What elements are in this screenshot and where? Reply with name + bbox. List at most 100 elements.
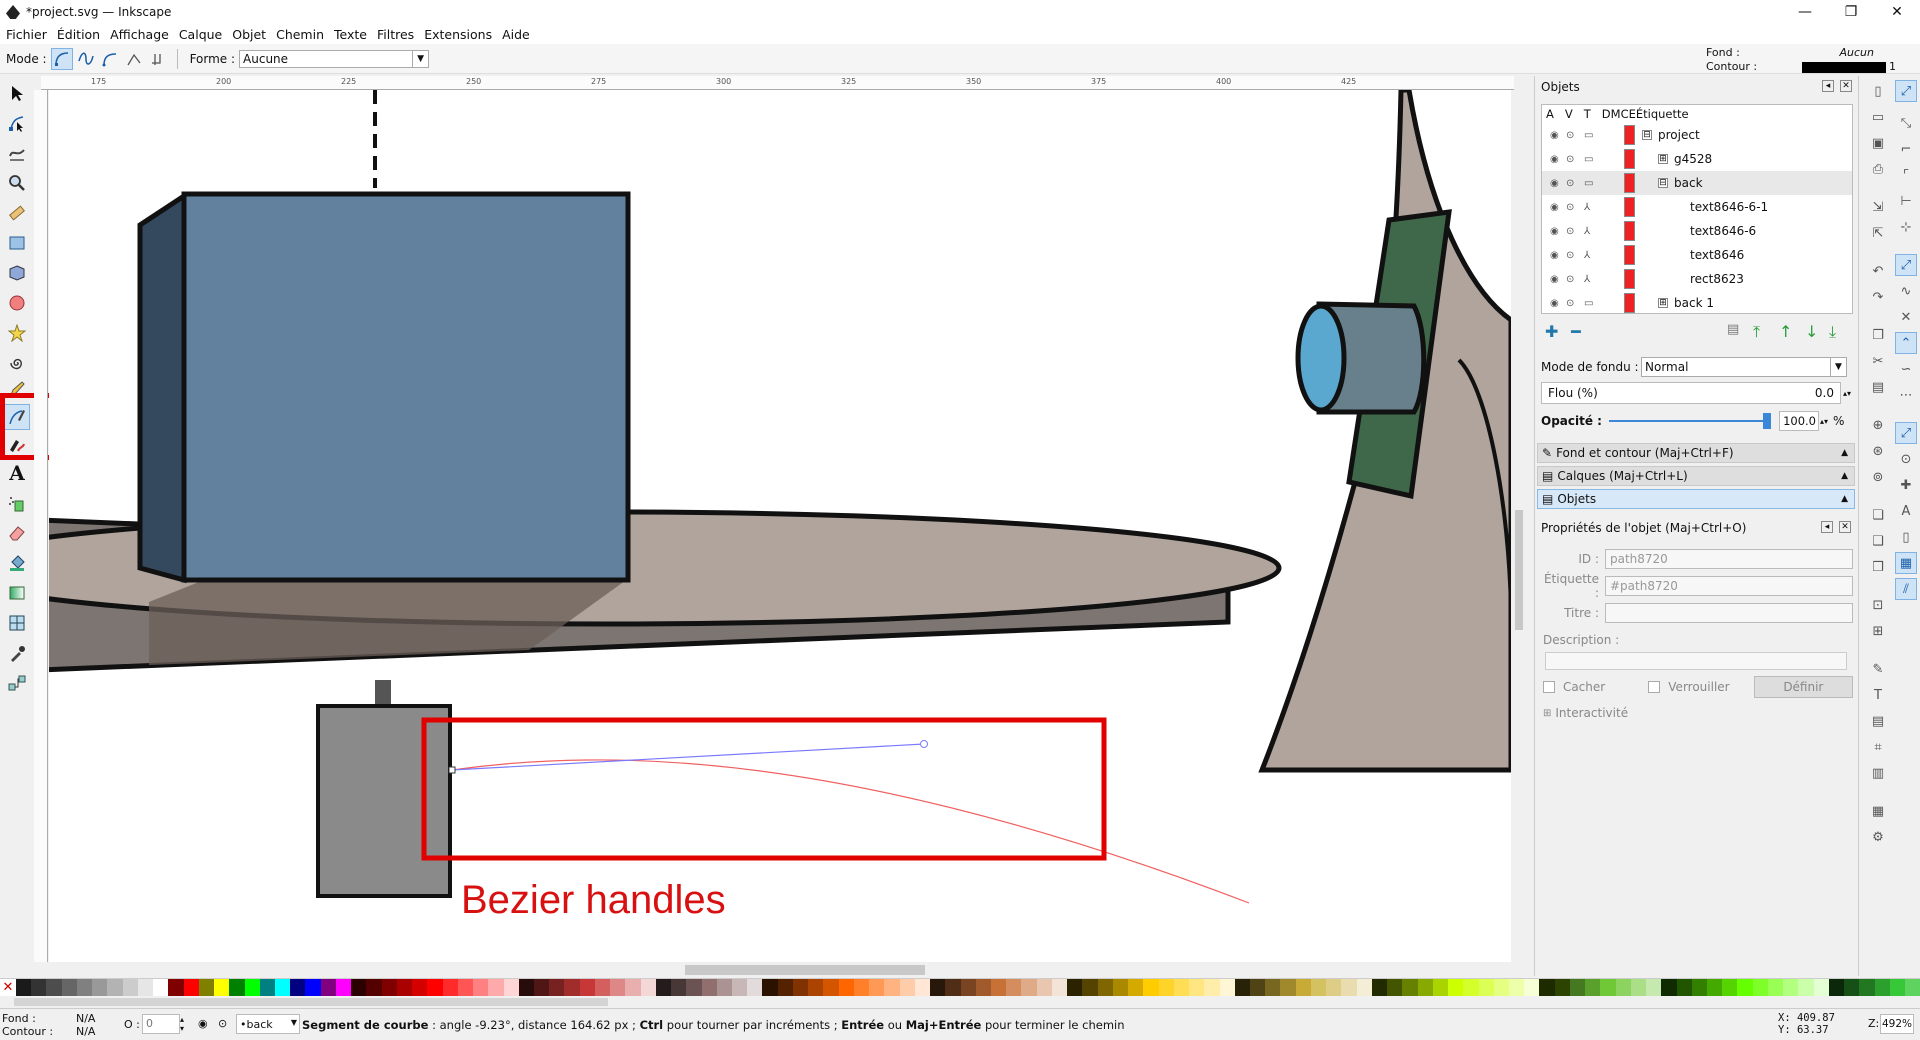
palette-swatch[interactable] bbox=[1082, 979, 1098, 996]
hide-checkbox[interactable] bbox=[1543, 681, 1555, 693]
palette-swatch[interactable] bbox=[1189, 979, 1205, 996]
palette-swatch[interactable] bbox=[1585, 979, 1601, 996]
menu-objet[interactable]: Objet bbox=[232, 27, 266, 42]
forme-dropdown[interactable]: Aucune ▼ bbox=[239, 49, 430, 68]
snap-bbox-icon[interactable]: ⤡ bbox=[1895, 112, 1917, 134]
snap-nodes-icon[interactable]: ⤢ bbox=[1895, 254, 1917, 276]
drawing-canvas[interactable]: Bezier handles bbox=[49, 90, 1511, 962]
palette-swatch[interactable] bbox=[884, 979, 900, 996]
star-tool-icon[interactable] bbox=[4, 320, 30, 346]
palette-swatch[interactable] bbox=[320, 979, 336, 996]
palette-swatch[interactable] bbox=[1067, 979, 1083, 996]
layers-section[interactable]: ▤ Calques (Maj+Ctrl+L) ▲ bbox=[1537, 466, 1855, 486]
palette-swatch[interactable] bbox=[1554, 979, 1570, 996]
palette-swatch[interactable] bbox=[1341, 979, 1357, 996]
snap-bbox-center-icon[interactable]: ⊹ bbox=[1895, 216, 1917, 238]
palette-swatch[interactable] bbox=[366, 979, 382, 996]
palette-swatch[interactable] bbox=[853, 979, 870, 996]
lock-icon[interactable]: ⊙ bbox=[1566, 274, 1574, 285]
text-font-icon[interactable]: T bbox=[1867, 684, 1889, 706]
opacity-slider[interactable] bbox=[1609, 413, 1771, 429]
status-opacity-input[interactable]: 0 bbox=[142, 1014, 180, 1034]
define-button[interactable]: Définir bbox=[1753, 676, 1854, 698]
palette-swatch[interactable] bbox=[640, 979, 656, 996]
palette-swatch[interactable] bbox=[1204, 979, 1220, 996]
lock-icon[interactable]: ⊙ bbox=[1566, 298, 1574, 309]
lock-icon[interactable]: ⊙ bbox=[1566, 130, 1574, 141]
palette-swatch[interactable] bbox=[92, 979, 108, 996]
tree-row[interactable]: ◉ ⊙ ⅄ rect8623 bbox=[1542, 267, 1852, 291]
paraxial-mode-icon[interactable] bbox=[147, 48, 169, 70]
palette-swatch[interactable] bbox=[1356, 979, 1372, 996]
palette-swatch[interactable] bbox=[1448, 979, 1464, 996]
zoom-tool-icon[interactable] bbox=[4, 170, 30, 196]
palette-swatch[interactable] bbox=[488, 979, 504, 996]
palette-swatch[interactable] bbox=[1234, 979, 1250, 996]
palette-swatch[interactable] bbox=[1828, 979, 1845, 996]
expander-icon[interactable]: ⊞ bbox=[1658, 154, 1668, 164]
palette-swatch[interactable] bbox=[274, 979, 291, 996]
opacity-slider-thumb[interactable] bbox=[1763, 413, 1771, 429]
spin-arrows-icon[interactable]: ▴▾ bbox=[180, 1015, 184, 1033]
lock-checkbox[interactable] bbox=[1648, 681, 1661, 693]
document-properties-icon[interactable]: ▦ bbox=[1867, 800, 1889, 822]
eraser-tool-icon[interactable] bbox=[4, 520, 30, 546]
palette-swatch[interactable] bbox=[1097, 979, 1113, 996]
palette-swatch[interactable] bbox=[594, 979, 611, 996]
zoom-input[interactable]: 492% bbox=[1880, 1014, 1914, 1034]
horizontal-scrollbar[interactable] bbox=[49, 962, 1511, 978]
no-paint-swatch[interactable]: ✕ bbox=[0, 979, 16, 996]
remove-icon[interactable]: ━ bbox=[1571, 322, 1581, 341]
palette-swatch[interactable] bbox=[1006, 979, 1022, 996]
palette-swatch[interactable] bbox=[1387, 979, 1403, 996]
palette-swatch[interactable] bbox=[122, 979, 138, 996]
snap-others-icon[interactable]: ⤢ bbox=[1895, 422, 1917, 444]
eye-icon[interactable]: ◉ bbox=[1550, 202, 1559, 213]
tree-row[interactable]: ◉ ⊙ ⅄ text8646 bbox=[1542, 243, 1852, 267]
tree-row[interactable]: ◉ ⊙ ⅄ text8646-6 bbox=[1542, 219, 1852, 243]
snap-intersection-icon[interactable]: ✕ bbox=[1895, 306, 1917, 328]
palette-swatch[interactable] bbox=[564, 979, 580, 996]
snap-midpoint-icon[interactable]: ⋯ bbox=[1895, 384, 1917, 406]
lower-to-bottom-icon[interactable]: ⤓ bbox=[1829, 322, 1836, 342]
palette-swatch[interactable] bbox=[716, 979, 733, 996]
vertical-scrollbar[interactable] bbox=[1511, 90, 1527, 962]
connector-tool-icon[interactable] bbox=[4, 670, 30, 696]
palette-swatch[interactable] bbox=[1463, 979, 1479, 996]
bezier-handle-knob[interactable] bbox=[920, 740, 928, 748]
palette-swatch[interactable] bbox=[168, 979, 184, 996]
bezier-node[interactable] bbox=[448, 766, 456, 774]
palette-swatch[interactable] bbox=[1219, 979, 1235, 996]
eye-icon[interactable]: ◉ bbox=[1550, 154, 1559, 165]
highlight-color-swatch[interactable] bbox=[1624, 125, 1635, 145]
palette-swatch[interactable] bbox=[1630, 979, 1647, 996]
blend-mode-dropdown[interactable]: Normal ▼ bbox=[1641, 357, 1847, 377]
palette-swatch[interactable] bbox=[1844, 979, 1860, 996]
highlight-color-swatch[interactable] bbox=[1624, 269, 1635, 289]
snap-grid-icon[interactable]: ▦ bbox=[1895, 552, 1917, 574]
palette-swatch[interactable] bbox=[1707, 979, 1723, 996]
palette-swatch[interactable] bbox=[1280, 979, 1296, 996]
duplicate-icon[interactable]: ❏ bbox=[1867, 504, 1889, 526]
palette-swatch[interactable] bbox=[762, 979, 778, 996]
tweak-tool-icon[interactable] bbox=[4, 140, 30, 166]
bspline-mode-icon[interactable] bbox=[99, 48, 121, 70]
straight-segments-icon[interactable] bbox=[123, 48, 145, 70]
palette-swatch[interactable] bbox=[914, 979, 931, 996]
palette-swatch[interactable] bbox=[457, 979, 474, 996]
snap-center-icon[interactable]: ⊙ bbox=[1895, 448, 1917, 470]
zoom-drawing-icon[interactable]: ⊛ bbox=[1867, 440, 1889, 462]
palette-swatch[interactable] bbox=[1036, 979, 1052, 996]
palette-swatch[interactable] bbox=[259, 979, 275, 996]
palette-swatch[interactable] bbox=[1417, 979, 1433, 996]
palette-swatch[interactable] bbox=[1646, 979, 1662, 996]
palette-swatch[interactable] bbox=[396, 979, 413, 996]
panel-iconify-button[interactable]: ◂ bbox=[1822, 80, 1834, 92]
palette-swatch[interactable] bbox=[671, 979, 687, 996]
palette-swatch[interactable] bbox=[16, 979, 32, 996]
palette-swatch[interactable] bbox=[1783, 979, 1799, 996]
expander-icon[interactable]: ⊞ bbox=[1658, 298, 1668, 308]
palette-swatch[interactable] bbox=[899, 979, 915, 996]
paint-bucket-tool-icon[interactable] bbox=[4, 550, 30, 576]
dropper-tool-icon[interactable] bbox=[4, 640, 30, 666]
